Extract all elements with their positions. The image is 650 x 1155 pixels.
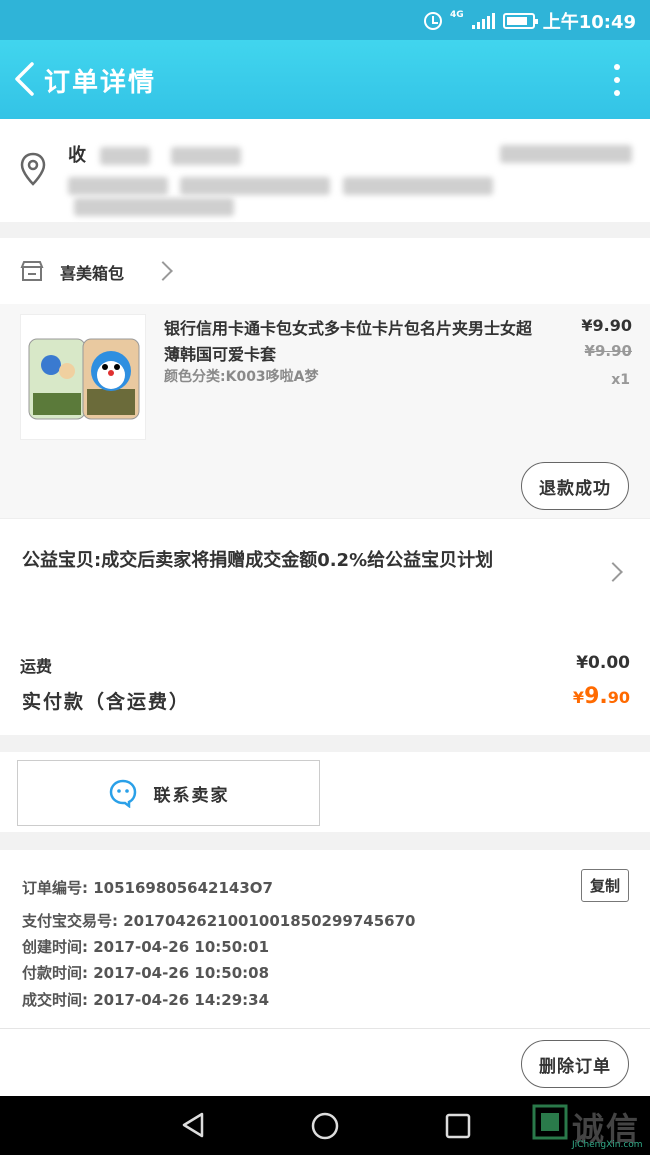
contact-seller-label: 联系卖家 [153, 785, 230, 806]
refund-status-button[interactable]: 退款成功 [521, 462, 629, 510]
delete-order-button[interactable]: 删除订单 [521, 1040, 629, 1088]
created-time: 创建时间: 2017-04-26 10:50:01 [22, 938, 270, 956]
contact-section: 联系卖家 [0, 752, 650, 832]
page-title: 订单详情 [44, 68, 157, 98]
recent-apps-icon[interactable] [445, 1113, 471, 1139]
shop-icon [20, 261, 44, 281]
chevron-right-icon [603, 562, 623, 582]
system-nav-bar: 诚信 JiChengXin.com [0, 1096, 650, 1155]
product-sku: 颜色分类:K003哆啦A梦 [164, 369, 319, 385]
address-section[interactable]: 收 [0, 119, 650, 222]
watermark-logo-icon [532, 1104, 568, 1140]
phone-redacted [500, 145, 632, 163]
battery-icon [502, 13, 538, 29]
shipping-label: 运费 [20, 657, 53, 676]
product-quantity: x1 [611, 372, 630, 388]
recipient-line: 收 [68, 141, 241, 167]
more-menu-icon[interactable] [614, 64, 620, 96]
charity-text: 公益宝贝:成交后卖家将捐赠成交金额0.2%给公益宝贝计划 [22, 550, 494, 571]
copy-button[interactable]: 复制 [581, 869, 629, 902]
chat-bubble-icon [109, 779, 136, 808]
shipping-value: ¥0.00 [576, 653, 630, 673]
back-triangle-icon[interactable] [180, 1112, 206, 1138]
back-arrow-icon[interactable] [12, 60, 38, 98]
watermark: 诚信 JiChengXin.com [532, 1102, 648, 1152]
divider [0, 1028, 650, 1029]
order-info-section: 订单编号: 105169805642143O7 复制 支付宝交易号: 20170… [0, 850, 650, 1096]
status-bar: 4G 上午10:49 [0, 0, 650, 40]
chevron-right-icon [153, 261, 173, 281]
cost-summary: 运费 ¥0.00 实付款（含运费） ¥9.90 [0, 618, 650, 735]
completed-time: 成交时间: 2017-04-26 14:29:34 [22, 991, 270, 1009]
address-line [68, 175, 650, 217]
signal-icon [471, 13, 495, 29]
location-pin-icon [20, 152, 46, 186]
order-item[interactable]: 银行信用卡通卡包女式多卡位卡片包名片夹男士女超薄韩国可爱卡套 颜色分类:K003… [0, 304, 650, 518]
alipay-trade-number: 支付宝交易号: 2017042621001001850299745670 [22, 912, 416, 930]
payment-time: 付款时间: 2017-04-26 10:50:08 [22, 964, 270, 982]
alarm-icon [424, 12, 443, 30]
product-original-price: ¥9.90 [584, 342, 632, 360]
paid-label: 实付款（含运费） [22, 691, 191, 713]
watermark-subtext: JiChengXin.com [572, 1140, 643, 1150]
order-number: 订单编号: 105169805642143O7 [22, 879, 273, 897]
charity-row[interactable]: 公益宝贝:成交后卖家将捐赠成交金额0.2%给公益宝贝计划 [0, 518, 650, 618]
nav-bar: 订单详情 [0, 40, 650, 119]
product-title[interactable]: 银行信用卡通卡包女式多卡位卡片包名片夹男士女超薄韩国可爱卡套 [164, 316, 534, 368]
product-price: ¥9.90 [581, 316, 632, 335]
shop-row[interactable]: 喜美箱包 [0, 238, 650, 304]
shop-name[interactable]: 喜美箱包 [60, 260, 124, 284]
home-circle-icon[interactable] [311, 1112, 339, 1140]
status-time: 上午10:49 [542, 12, 636, 33]
product-thumbnail[interactable] [20, 314, 146, 440]
network-type: 4G [450, 9, 464, 20]
paid-amount: ¥9.90 [572, 684, 630, 709]
contact-seller-button[interactable]: 联系卖家 [17, 760, 320, 826]
